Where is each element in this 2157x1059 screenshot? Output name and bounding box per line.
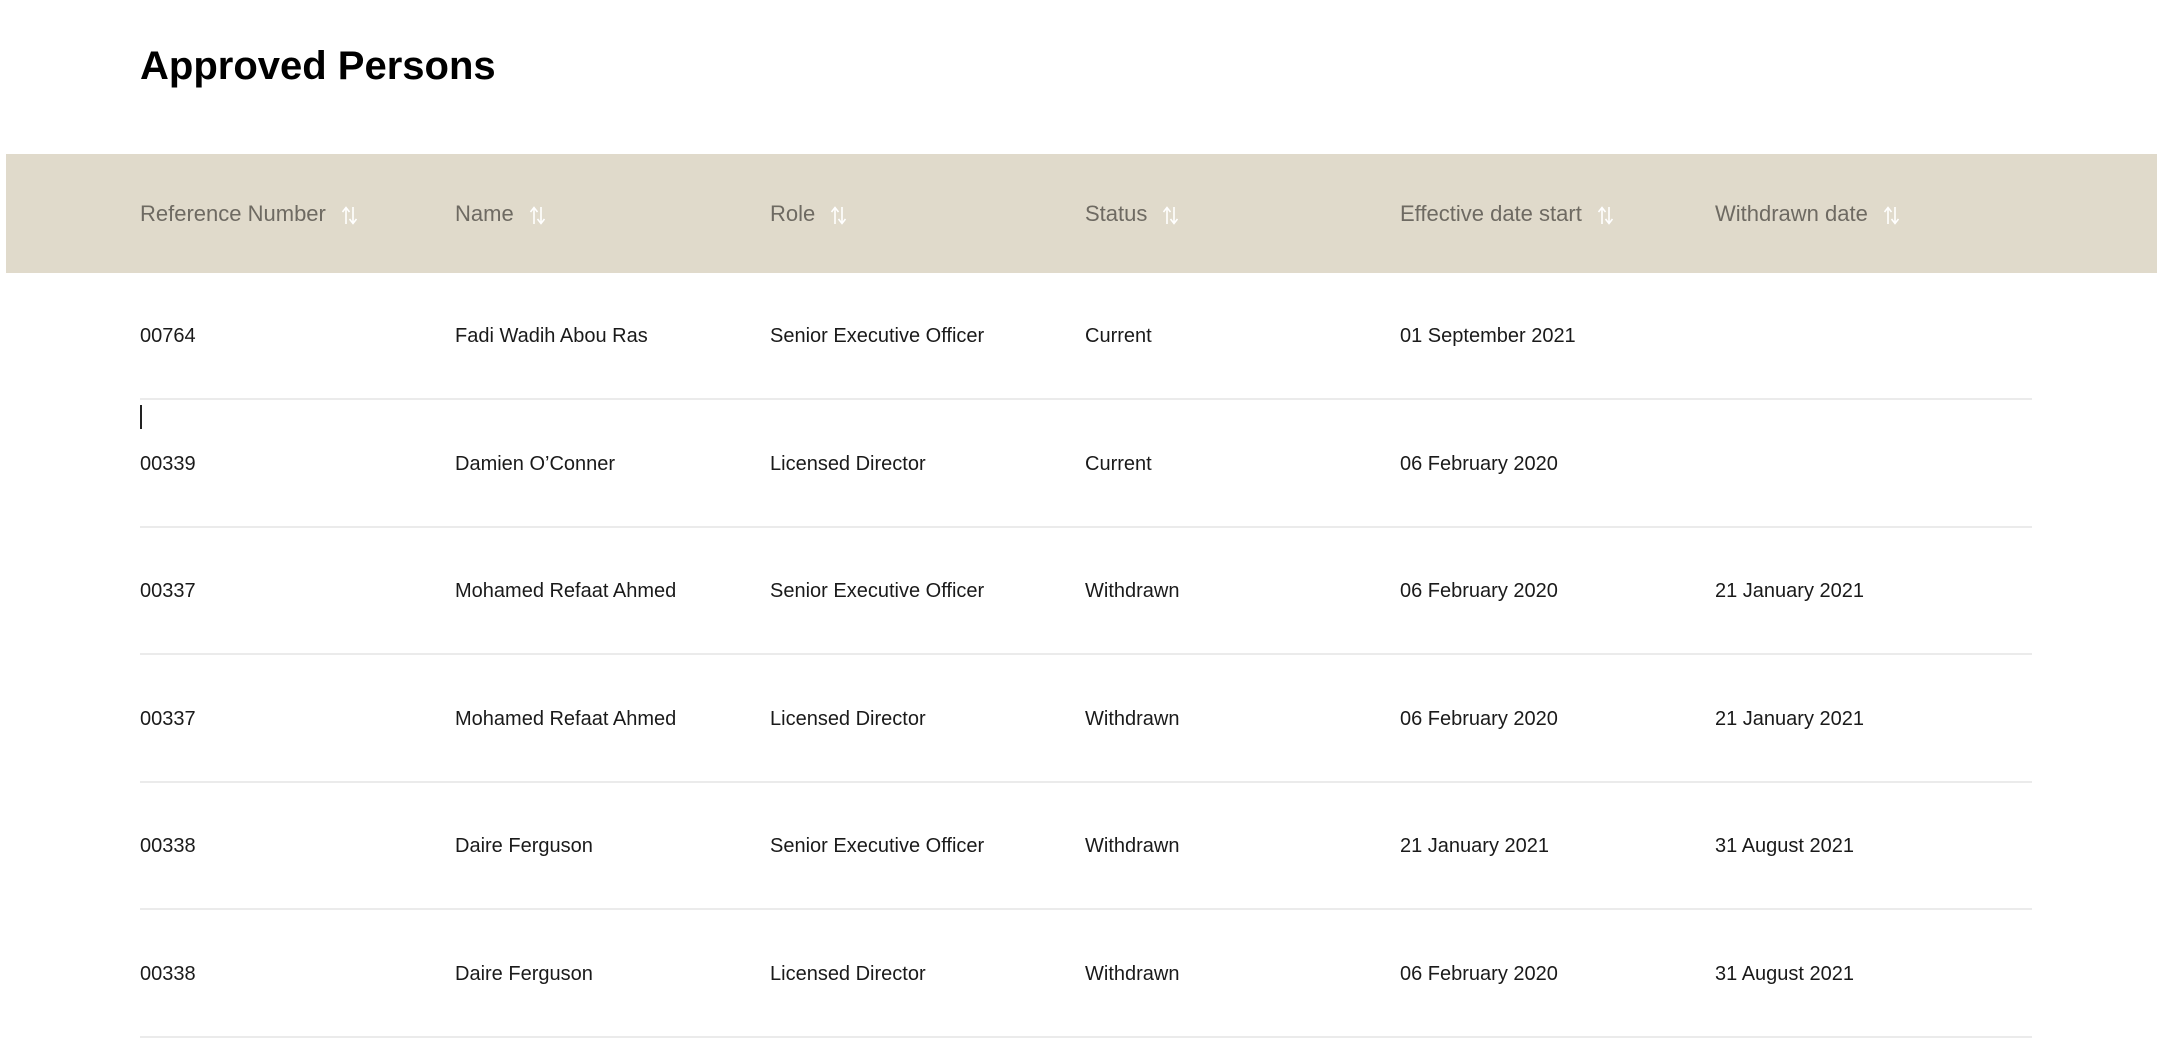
cell-reference-number: 00338 (140, 835, 196, 857)
column-header-label: Withdrawn date (1715, 200, 1868, 226)
cell-reference-number: 00337 (140, 708, 196, 730)
sort-up-down-icon[interactable] (1161, 204, 1181, 228)
cell-name: Fadi Wadih Abou Ras (455, 325, 648, 347)
cell-effective-date-start: 21 January 2021 (1400, 835, 1550, 857)
table-row[interactable]: 00337 Mohamed Refaat Ahmed Licensed Dire… (140, 656, 2032, 783)
cell-name: Damien O’Conner (455, 453, 616, 475)
cell-status: Current (1085, 325, 1152, 347)
column-header-role[interactable]: Role (770, 154, 849, 273)
table-row[interactable]: 00337 Mohamed Refaat Ahmed Senior Execut… (140, 528, 2032, 655)
column-header-label: Reference Number (140, 200, 326, 226)
column-header-name[interactable]: Name (455, 154, 548, 273)
cell-effective-date-start: 06 February 2020 (1400, 963, 1558, 985)
table-header: Reference Number Name Role Status Effect… (6, 154, 2157, 273)
column-header-status[interactable]: Status (1085, 154, 1181, 273)
cell-role: Senior Executive Officer (770, 580, 985, 602)
table-row[interactable]: 00338 Daire Ferguson Senior Executive Of… (140, 783, 2032, 910)
cell-reference-number: 00339 (140, 453, 196, 475)
cell-withdrawn-date: 21 January 2021 (1715, 580, 1865, 602)
cell-effective-date-start: 06 February 2020 (1400, 708, 1558, 730)
cell-role: Licensed Director (770, 963, 926, 985)
cell-name: Daire Ferguson (455, 963, 593, 985)
cell-status: Withdrawn (1085, 580, 1180, 602)
table-row[interactable]: 00338 Daire Ferguson Licensed Director W… (140, 911, 2032, 1038)
table-row[interactable]: 00764 Fadi Wadih Abou Ras Senior Executi… (140, 273, 2032, 400)
cell-withdrawn-date: 21 January 2021 (1715, 708, 1865, 730)
cell-role: Licensed Director (770, 453, 926, 475)
cell-effective-date-start: 06 February 2020 (1400, 453, 1558, 475)
cell-effective-date-start: 01 September 2021 (1400, 325, 1576, 347)
cell-status: Withdrawn (1085, 963, 1180, 985)
sort-up-down-icon[interactable] (528, 204, 548, 228)
page-title: Approved Persons (140, 44, 496, 88)
sort-up-down-icon[interactable] (1596, 204, 1616, 228)
cell-name: Mohamed Refaat Ahmed (455, 708, 677, 730)
sort-up-down-icon[interactable] (829, 204, 849, 228)
text-cursor (140, 405, 142, 429)
cell-withdrawn-date: 31 August 2021 (1715, 963, 1855, 985)
cell-role: Licensed Director (770, 708, 926, 730)
cell-withdrawn-date: 31 August 2021 (1715, 835, 1855, 857)
cell-status: Withdrawn (1085, 835, 1180, 857)
cell-reference-number: 00764 (140, 325, 196, 347)
cell-name: Daire Ferguson (455, 835, 593, 857)
column-header-withdrawn-date[interactable]: Withdrawn date (1715, 154, 1902, 273)
cell-effective-date-start: 06 February 2020 (1400, 580, 1558, 602)
cell-reference-number: 00337 (140, 580, 196, 602)
cell-role: Senior Executive Officer (770, 835, 985, 857)
sort-up-down-icon[interactable] (340, 204, 360, 228)
column-header-label: Status (1085, 200, 1148, 226)
table-row[interactable]: 00339 Damien O’Conner Licensed Director … (140, 401, 2032, 528)
column-header-reference-number[interactable]: Reference Number (140, 154, 360, 273)
cell-status: Current (1085, 453, 1152, 475)
column-header-label: Effective date start (1400, 200, 1582, 226)
cell-reference-number: 00338 (140, 963, 196, 985)
column-header-label: Role (770, 200, 816, 226)
cell-status: Withdrawn (1085, 708, 1180, 730)
cell-role: Senior Executive Officer (770, 325, 985, 347)
sort-up-down-icon[interactable] (1882, 204, 1902, 228)
column-header-effective-date-start[interactable]: Effective date start (1400, 154, 1616, 273)
column-header-label: Name (455, 200, 514, 226)
cell-name: Mohamed Refaat Ahmed (455, 580, 677, 602)
